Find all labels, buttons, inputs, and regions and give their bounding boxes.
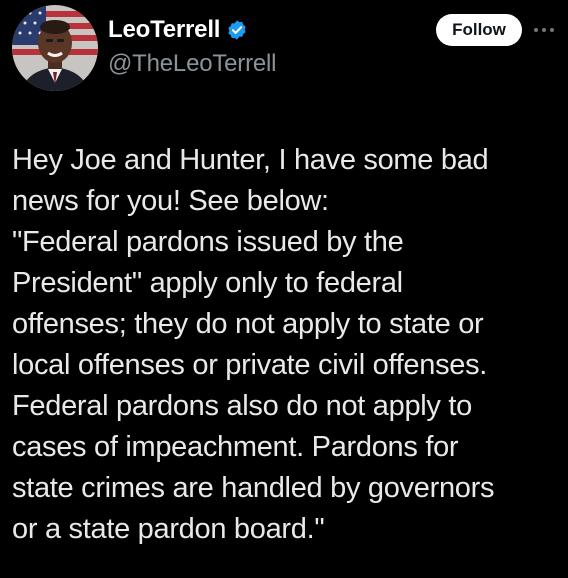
avatar[interactable] <box>12 5 98 91</box>
verified-badge-icon <box>226 19 248 41</box>
more-options-icon[interactable] <box>532 18 556 42</box>
avatar-image <box>12 5 98 91</box>
follow-button[interactable]: Follow <box>436 14 522 46</box>
tweet-text: Hey Joe and Hunter, I have some bad news… <box>12 144 495 545</box>
author-name-row[interactable]: LeoTerrell <box>108 14 248 46</box>
author-display-name[interactable]: LeoTerrell <box>108 16 220 44</box>
tweet-header: LeoTerrell @TheLeoTerrell Follow <box>0 0 568 100</box>
author-handle[interactable]: @TheLeoTerrell <box>108 50 277 78</box>
